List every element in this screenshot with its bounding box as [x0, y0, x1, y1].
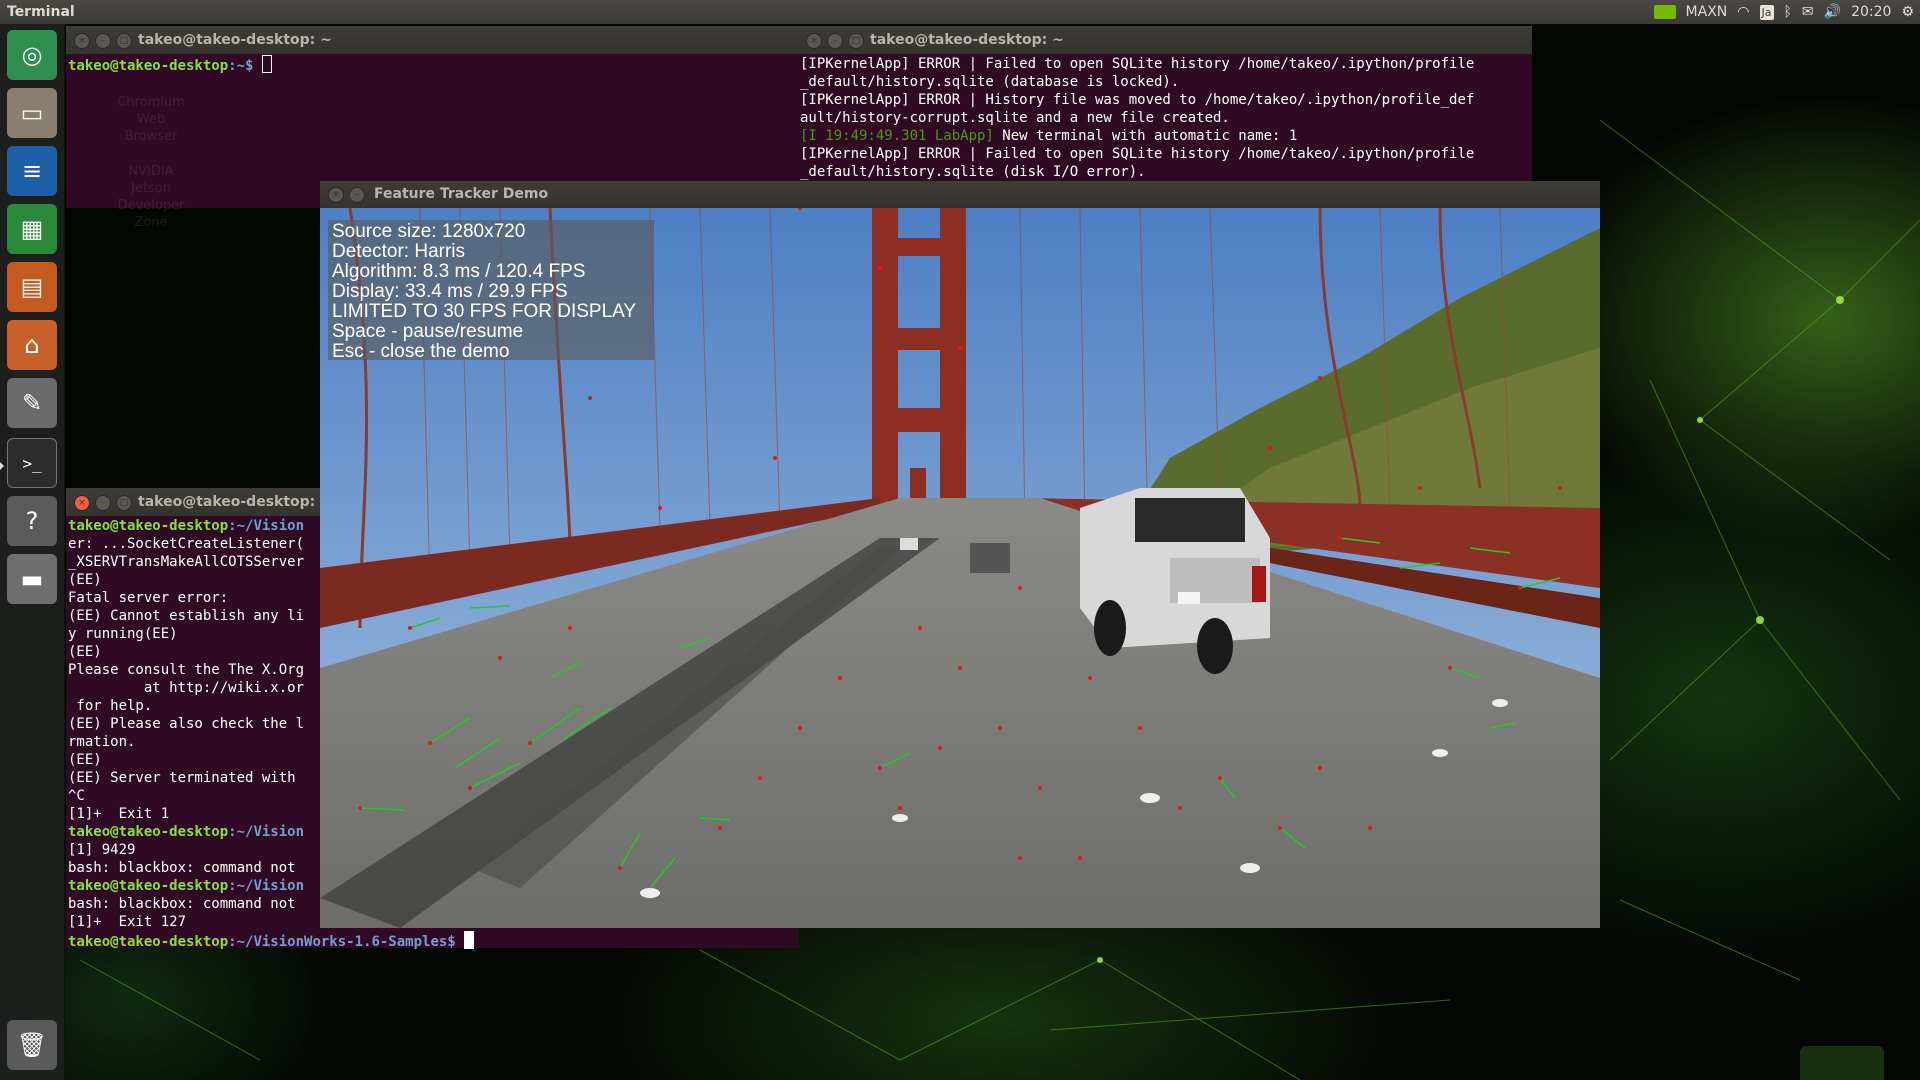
- active-app-name: Terminal: [7, 4, 75, 20]
- fps-limit-label: LIMITED TO 30 FPS FOR DISPLAY: [332, 301, 637, 322]
- ghost-label: Browser: [124, 129, 178, 144]
- display-timing-label: Display: 33.4 ms / 29.9 FPS: [332, 281, 568, 302]
- close-icon[interactable]: ×: [74, 33, 90, 49]
- log-line: [IPKernelApp] ERROR | Failed to open SQL…: [800, 146, 1475, 162]
- software-center-icon[interactable]: ⌂: [7, 320, 57, 370]
- close-icon[interactable]: ×: [74, 495, 90, 511]
- close-hint-label: Esc - close the demo: [332, 341, 510, 362]
- prompt-path: :~/VisionWorks-1.6-Samples$: [228, 934, 465, 950]
- wifi-icon[interactable]: ◠: [1737, 0, 1749, 24]
- top-panel: Terminal MAXN ◠ Ja ᛒ ✉ 🔊 20:20 ⚙: [0, 0, 1920, 24]
- ghost-label: Developer: [117, 198, 185, 213]
- gear-icon[interactable]: ⚙: [1901, 0, 1914, 24]
- terminal-output[interactable]: takeo@takeo-desktop:~$: [68, 55, 797, 75]
- log-prefix: [I 19:49:49.301 LabApp]: [800, 128, 994, 144]
- window-title: Feature Tracker Demo: [374, 186, 549, 202]
- stats-overlay: Source size: 1280x720 Detector: Harris A…: [328, 220, 654, 362]
- impress-icon[interactable]: ▤: [7, 262, 57, 312]
- log-line: ault/history-corrupt.sqlite and a new fi…: [800, 110, 1230, 126]
- ghost-label: NVIDIA: [128, 164, 174, 179]
- launcher: ◎ ▭ ≡ ▦ ▤ ⌂ ✎ >_ ? ▬ 🗑: [0, 24, 65, 1080]
- window-title: takeo@takeo-desktop: ~/: [138, 494, 337, 510]
- log-line: [IPKernelApp] ERROR | History file was m…: [800, 92, 1475, 108]
- prompt-user: takeo@takeo-desktop: [68, 878, 229, 894]
- ubuntu-icon[interactable]: ◎: [7, 30, 57, 80]
- help-icon[interactable]: ?: [7, 496, 57, 546]
- log-message: New terminal with automatic name: 1: [993, 128, 1298, 144]
- prompt-path: :~$: [228, 58, 262, 74]
- close-icon[interactable]: ×: [806, 33, 822, 49]
- log-line: [IPKernelApp] ERROR | Failed to open SQL…: [800, 56, 1475, 72]
- bluetooth-icon[interactable]: ᛒ: [1784, 0, 1792, 24]
- prompt-user: takeo@takeo-desktop: [68, 58, 229, 74]
- title-bar[interactable]: × – Feature Tracker Demo: [320, 181, 1600, 208]
- prompt-user: takeo@takeo-desktop: [68, 518, 229, 534]
- calc-icon[interactable]: ▦: [7, 204, 57, 254]
- trash-icon[interactable]: 🗑: [7, 1020, 57, 1070]
- minimize-icon[interactable]: –: [349, 187, 365, 203]
- prompt-user: takeo@takeo-desktop: [68, 824, 229, 840]
- terminal-icon[interactable]: >_: [7, 438, 57, 488]
- title-bar[interactable]: × – □ takeo@takeo-desktop: ~: [798, 26, 1532, 54]
- volume-icon[interactable]: 🔊: [1824, 0, 1841, 24]
- minimize-icon[interactable]: –: [95, 495, 111, 511]
- text-cursor: [261, 55, 272, 73]
- log-line: _default/history.sqlite (disk I/O error)…: [800, 164, 1146, 180]
- files-icon[interactable]: ▭: [7, 88, 57, 138]
- window-title: takeo@takeo-desktop: ~: [138, 32, 332, 48]
- prompt-user: takeo@takeo-desktop: [68, 934, 229, 950]
- title-bar[interactable]: × – □ takeo@takeo-desktop: ~: [66, 26, 799, 54]
- ghost-label: Jetson: [131, 181, 171, 196]
- video-frame[interactable]: Source size: 1280x720 Detector: Harris A…: [320, 208, 1600, 928]
- feature-tracker-window[interactable]: × – Feature Tracker Demo Source size: 12…: [320, 181, 1600, 928]
- mail-icon[interactable]: ✉: [1802, 0, 1814, 24]
- ghost-label: Web: [136, 112, 166, 127]
- minimize-icon[interactable]: –: [95, 33, 111, 49]
- terminal-output[interactable]: [IPKernelApp] ERROR | Failed to open SQL…: [800, 55, 1530, 181]
- pause-hint-label: Space - pause/resume: [332, 321, 524, 342]
- prompt-path: :~/Vision: [228, 824, 305, 840]
- input-method-indicator[interactable]: Ja: [1759, 4, 1774, 20]
- nvidia-corner-logo: [1800, 1046, 1884, 1080]
- maximize-icon[interactable]: □: [848, 33, 864, 49]
- text-cursor: [464, 931, 475, 949]
- detector-label: Detector: Harris: [332, 241, 466, 262]
- prompt-path: :~/Vision: [228, 518, 305, 534]
- maximize-icon[interactable]: □: [116, 33, 132, 49]
- minimize-icon[interactable]: –: [827, 33, 843, 49]
- clock[interactable]: 20:20: [1851, 0, 1891, 24]
- nvidia-icon[interactable]: [1653, 5, 1676, 19]
- close-icon[interactable]: ×: [328, 187, 344, 203]
- desktop-ghost-icons: Chromium Web Browser NVIDIA Jetson Devel…: [96, 76, 206, 231]
- window-title: takeo@takeo-desktop: ~: [870, 32, 1064, 48]
- drive-icon[interactable]: ▬: [7, 554, 57, 604]
- ghost-label: Chromium: [117, 95, 185, 110]
- prompt-path: :~/Vision: [228, 878, 305, 894]
- ghost-label: Zone: [134, 215, 168, 230]
- source-size-label: Source size: 1280x720: [332, 221, 526, 242]
- algorithm-timing-label: Algorithm: 8.3 ms / 120.4 FPS: [332, 261, 586, 282]
- log-line: _default/history.sqlite (database is loc…: [800, 74, 1180, 90]
- power-mode-label[interactable]: MAXN: [1686, 0, 1728, 24]
- system-tray: MAXN ◠ Ja ᛒ ✉ 🔊 20:20 ⚙: [1653, 0, 1914, 24]
- running-indicator: [0, 462, 4, 470]
- settings-icon[interactable]: ✎: [7, 378, 57, 428]
- writer-icon[interactable]: ≡: [7, 146, 57, 196]
- maximize-icon[interactable]: □: [116, 495, 132, 511]
